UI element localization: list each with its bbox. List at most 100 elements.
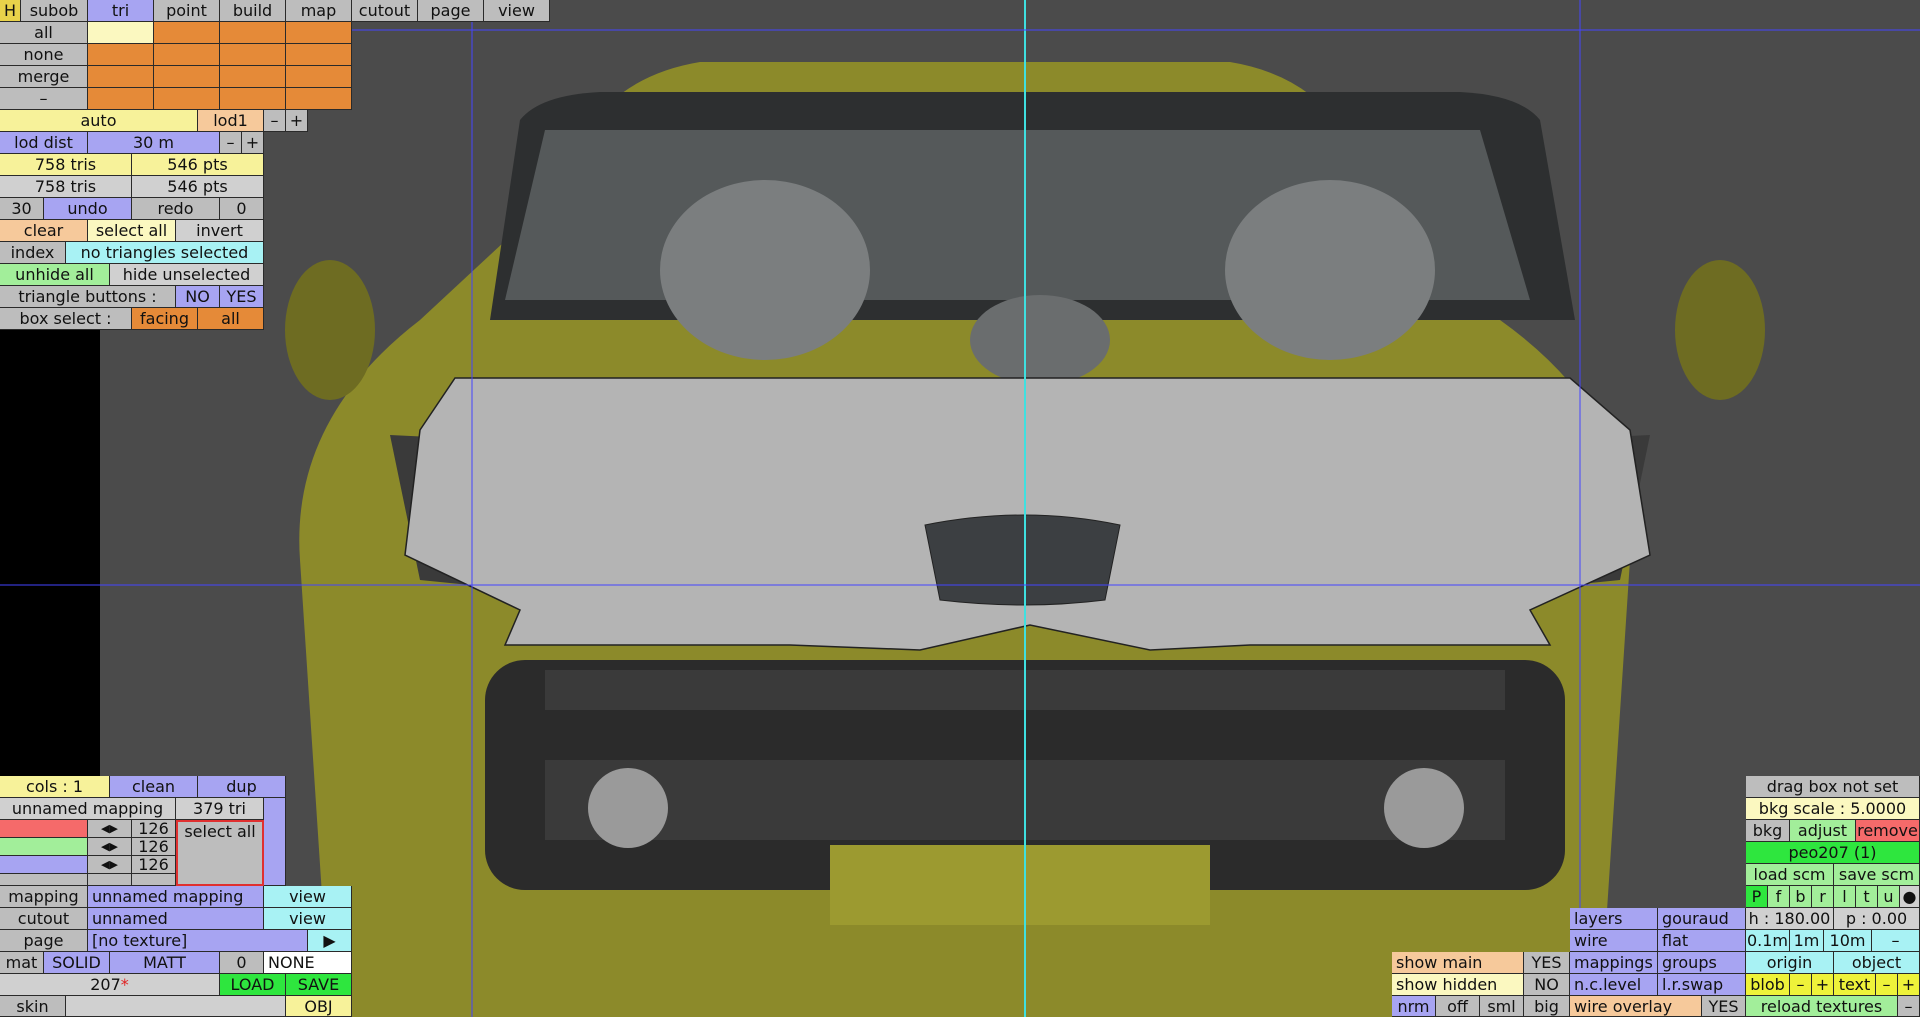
tab-view[interactable]: view — [484, 0, 550, 22]
dot-icon[interactable]: ● — [1900, 886, 1920, 908]
swatch[interactable] — [286, 88, 352, 110]
save-scm-button[interactable]: save scm — [1834, 864, 1920, 886]
red-arrows[interactable]: ◀▶ — [88, 820, 132, 838]
view-b-button[interactable]: b — [1790, 886, 1812, 908]
reload-textures-button[interactable]: reload textures — [1746, 996, 1898, 1017]
select-none-button[interactable]: none — [0, 44, 88, 66]
view-t-button[interactable]: t — [1856, 886, 1878, 908]
text-minus[interactable]: – — [1876, 974, 1898, 996]
show-main-toggle[interactable]: YES — [1524, 952, 1570, 974]
nc-level-button[interactable]: n.c.level — [1570, 974, 1658, 996]
lod-plus-button[interactable]: + — [286, 110, 308, 132]
object-name[interactable]: 207* — [0, 974, 220, 996]
merge-button[interactable]: merge — [0, 66, 88, 88]
cols-display[interactable]: cols : 1 — [0, 776, 110, 798]
3d-viewport[interactable] — [0, 0, 1920, 1017]
box-select-facing[interactable]: facing — [132, 308, 198, 330]
blob-button[interactable]: blob — [1746, 974, 1790, 996]
color-select-all-swatch[interactable]: select all — [176, 820, 264, 886]
triangle-buttons-yes[interactable]: YES — [220, 286, 264, 308]
swatch[interactable] — [286, 44, 352, 66]
skin-field[interactable] — [66, 996, 286, 1017]
skin-button[interactable]: skin — [0, 996, 66, 1017]
remove-button[interactable]: remove — [1856, 820, 1920, 842]
groups-button[interactable]: groups — [1658, 952, 1746, 974]
swatch[interactable] — [286, 66, 352, 88]
lr-swap-button[interactable]: l.r.swap — [1658, 974, 1746, 996]
layers-button[interactable]: layers — [1570, 908, 1658, 930]
swatch[interactable] — [286, 22, 352, 44]
none-field[interactable]: NONE — [264, 952, 352, 974]
blob-minus[interactable]: – — [1790, 974, 1812, 996]
show-main-label[interactable]: show main — [1392, 952, 1524, 974]
lod-dist-minus[interactable]: – — [220, 132, 242, 154]
sml-button[interactable]: sml — [1480, 996, 1524, 1017]
step-minus[interactable]: – — [1872, 930, 1920, 952]
bkg-button[interactable]: bkg — [1746, 820, 1790, 842]
blue-slider[interactable] — [0, 856, 88, 874]
alpha-arrows[interactable] — [88, 874, 132, 886]
tab-build[interactable]: build — [220, 0, 286, 22]
swatch[interactable] — [154, 66, 220, 88]
pitch-value[interactable]: p : 0.00 — [1834, 908, 1920, 930]
tab-subob[interactable]: subob — [21, 0, 88, 22]
hood-mesh[interactable] — [404, 377, 1651, 651]
lod-dist-plus[interactable]: + — [242, 132, 264, 154]
mapping-view-button[interactable]: view — [264, 886, 352, 908]
load-scm-button[interactable]: load scm — [1746, 864, 1834, 886]
swatch[interactable] — [88, 22, 154, 44]
load-button[interactable]: LOAD — [220, 974, 286, 996]
swatch[interactable] — [154, 44, 220, 66]
dup-button[interactable]: dup — [198, 776, 286, 798]
lod1-button[interactable]: lod1 — [198, 110, 264, 132]
swatch[interactable] — [220, 44, 286, 66]
wire-button[interactable]: wire — [1570, 930, 1658, 952]
object-button[interactable]: object — [1834, 952, 1920, 974]
tab-page[interactable]: page — [418, 0, 484, 22]
blob-plus[interactable]: + — [1812, 974, 1834, 996]
blue-arrows[interactable]: ◀▶ — [88, 856, 132, 874]
red-slider[interactable] — [0, 820, 88, 838]
hide-unselected-button[interactable]: hide unselected — [110, 264, 264, 286]
h-button[interactable]: H — [0, 0, 21, 22]
swatch[interactable] — [88, 66, 154, 88]
background-name[interactable]: peo207 (1) — [1746, 842, 1920, 864]
view-r-button[interactable]: r — [1812, 886, 1834, 908]
lod-minus-button[interactable]: – — [264, 110, 286, 132]
save-button[interactable]: SAVE — [286, 974, 352, 996]
cutout-value[interactable]: unnamed — [88, 908, 264, 930]
big-button[interactable]: big — [1524, 996, 1570, 1017]
step-1m[interactable]: 1m — [1790, 930, 1824, 952]
lod-dist-value[interactable]: 30 m — [88, 132, 220, 154]
text-button[interactable]: text — [1834, 974, 1876, 996]
green-arrows[interactable]: ◀▶ — [88, 838, 132, 856]
swatch[interactable] — [154, 22, 220, 44]
show-hidden-toggle[interactable]: NO — [1524, 974, 1570, 996]
swatch[interactable] — [220, 66, 286, 88]
swatch[interactable] — [88, 44, 154, 66]
view-f-button[interactable]: f — [1768, 886, 1790, 908]
auto-button[interactable]: auto — [0, 110, 198, 132]
page-play-button[interactable]: ▶ — [308, 930, 352, 952]
invert-button[interactable]: invert — [176, 220, 264, 242]
select-all-tris-button[interactable]: select all — [88, 220, 176, 242]
green-slider[interactable] — [0, 838, 88, 856]
tab-cutout[interactable]: cutout — [352, 0, 418, 22]
obj-button[interactable]: OBJ — [286, 996, 352, 1017]
view-l-button[interactable]: l — [1834, 886, 1856, 908]
tab-map[interactable]: map — [286, 0, 352, 22]
flat-button[interactable]: flat — [1658, 930, 1746, 952]
gouraud-button[interactable]: gouraud — [1658, 908, 1746, 930]
view-p-button[interactable]: P — [1746, 886, 1768, 908]
solid-button[interactable]: SOLID — [44, 952, 110, 974]
box-select-all[interactable]: all — [198, 308, 264, 330]
view-u-button[interactable]: u — [1878, 886, 1900, 908]
mapping-scrollbar[interactable] — [264, 798, 286, 886]
origin-button[interactable]: origin — [1746, 952, 1834, 974]
bkg-scale[interactable]: bkg scale : 5.0000 — [1746, 798, 1920, 820]
dash-button[interactable]: – — [0, 88, 88, 110]
alpha-slider[interactable] — [0, 874, 88, 886]
index-button[interactable]: index — [0, 242, 66, 264]
swatch[interactable] — [154, 88, 220, 110]
clean-button[interactable]: clean — [110, 776, 198, 798]
